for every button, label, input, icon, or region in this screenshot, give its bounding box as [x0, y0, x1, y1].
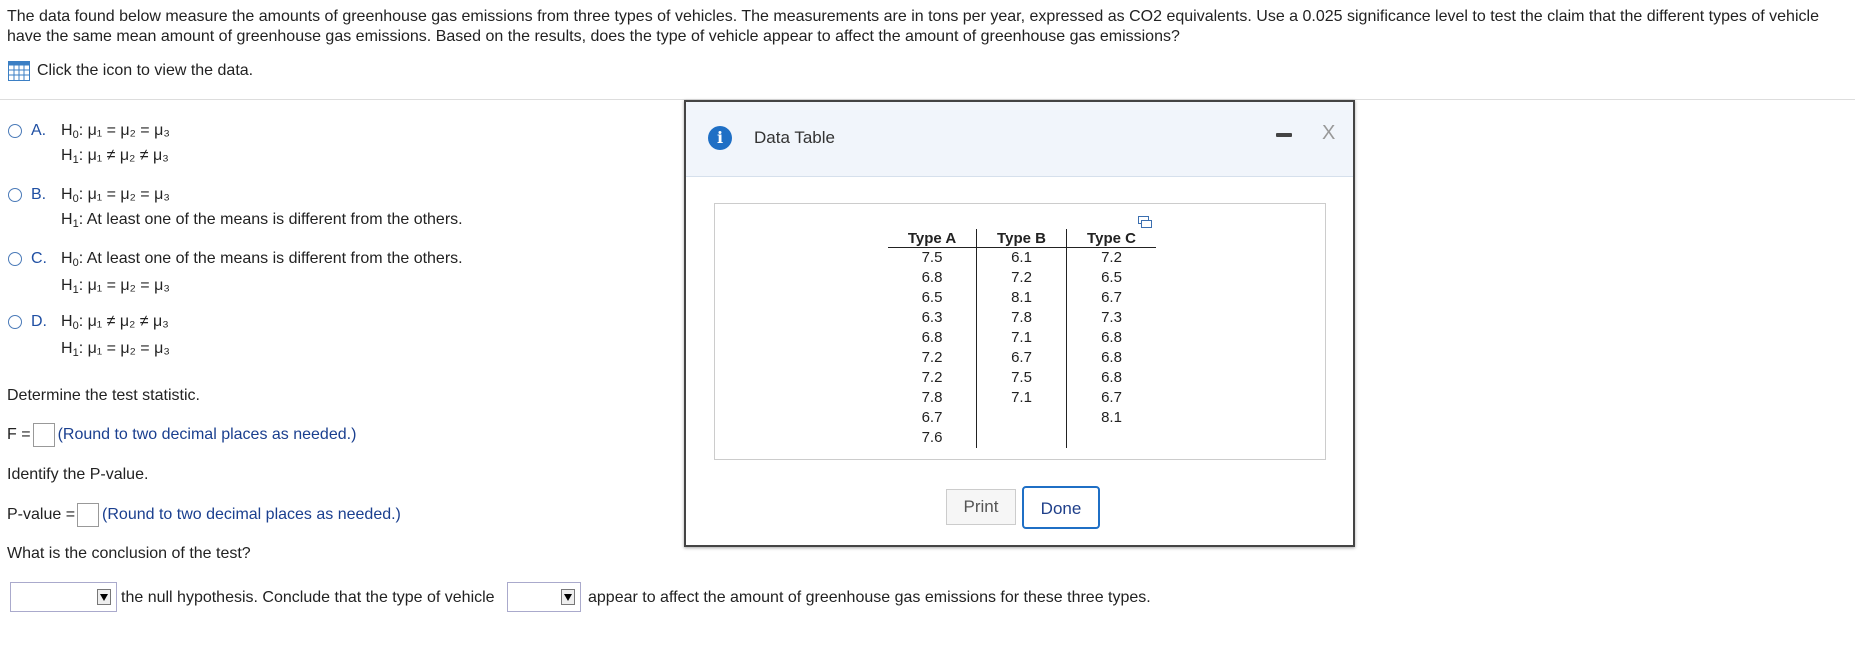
- dialog-title: Data Table: [754, 128, 835, 147]
- h1-line: H1: μ₁ = μ₂ = μ₃: [61, 277, 170, 296]
- table-cell: 7.8: [976, 308, 1067, 328]
- table-cell: 6.8: [1101, 329, 1122, 346]
- table-cell: [976, 408, 1067, 428]
- done-button[interactable]: Done: [1022, 486, 1100, 529]
- option-letter: D.: [31, 313, 47, 330]
- radio-option-a[interactable]: [8, 124, 22, 138]
- table-cell: 6.8: [888, 268, 977, 288]
- table-cell: [1067, 428, 1157, 448]
- info-icon: i: [708, 126, 732, 150]
- pvalue-label: P-value =: [7, 506, 76, 524]
- table-header-row: Type A Type B Type C: [888, 229, 1156, 248]
- table-cell: 6.5: [1101, 269, 1122, 286]
- chevron-down-icon[interactable]: [561, 589, 575, 605]
- pvalue-input[interactable]: [77, 503, 100, 527]
- table-cell: 7.1: [976, 328, 1067, 348]
- h1-line: H1: μ₁ ≠ μ₂ ≠ μ₃: [61, 147, 169, 166]
- pvalue-prompt: Identify the P-value.: [7, 466, 149, 483]
- table-row: 6.7 8.1: [888, 408, 1156, 428]
- table-cell: 7.2: [976, 268, 1067, 288]
- chevron-down-icon[interactable]: [97, 589, 111, 605]
- affect-dropdown[interactable]: [507, 582, 581, 612]
- table-cell: 7.2: [1101, 249, 1122, 266]
- table-row: 7.2 6.7 6.8: [888, 348, 1156, 368]
- table-cell: 6.8: [888, 328, 977, 348]
- h0-line: H0: μ₁ = μ₂ = μ₃: [61, 186, 170, 205]
- table-cell: 7.8: [888, 388, 977, 408]
- table-cell: 6.3: [888, 308, 977, 328]
- table-row: 7.2 7.5 6.8: [888, 368, 1156, 388]
- f-answer-row: F = (Round to two decimal places as neede…: [7, 423, 356, 447]
- view-data-link[interactable]: Click the icon to view the data.: [8, 61, 253, 81]
- test-stat-prompt: Determine the test statistic.: [7, 387, 200, 404]
- table-row: 7.6: [888, 428, 1156, 448]
- table-cell: 6.7: [1101, 389, 1122, 406]
- table-cell: 6.7: [976, 348, 1067, 368]
- table-cell: 7.1: [976, 388, 1067, 408]
- table-row: 6.5 8.1 6.7: [888, 288, 1156, 308]
- column-header: Type A: [888, 229, 977, 248]
- column-header: Type B: [976, 229, 1067, 248]
- h0-line: H0: μ₁ = μ₂ = μ₃: [61, 122, 170, 141]
- h1-line: H1: μ₁ = μ₂ = μ₃: [61, 340, 170, 359]
- round-hint: (Round to two decimal places as needed.): [57, 426, 357, 444]
- table-cell: 6.7: [1101, 289, 1122, 306]
- table-cell: 6.7: [888, 408, 977, 428]
- table-row: 7.8 7.1 6.7: [888, 388, 1156, 408]
- radio-option-b[interactable]: [8, 188, 22, 202]
- data-frame: Type A Type B Type C 7.5 6.1 7.2 6.8 7.2 6.5 6…: [714, 203, 1326, 460]
- copy-data-icon[interactable]: [1138, 216, 1152, 228]
- data-table-dialog: i Data Table X Type A Type B Type C 7.5 6…: [684, 100, 1355, 547]
- data-table-icon[interactable]: [8, 61, 30, 81]
- table-row: 6.3 7.8 7.3: [888, 308, 1156, 328]
- table-cell: 7.5: [976, 368, 1067, 388]
- radio-option-d[interactable]: [8, 315, 22, 329]
- table-cell: 6.5: [888, 288, 977, 308]
- question-text: The data found below measure the amounts…: [7, 8, 1819, 45]
- null-hypothesis-dropdown[interactable]: [10, 582, 117, 612]
- option-letter: A.: [31, 122, 47, 139]
- minimize-icon[interactable]: [1276, 133, 1292, 137]
- option-letter: C.: [31, 250, 47, 267]
- view-data-label[interactable]: Click the icon to view the data.: [37, 62, 253, 80]
- option-letter: B.: [31, 186, 47, 203]
- h1-line: H1: At least one of the means is differe…: [61, 211, 463, 230]
- table-cell: 7.2: [888, 348, 977, 368]
- round-hint: (Round to two decimal places as needed.): [102, 506, 401, 524]
- table-cell: 7.2: [888, 368, 977, 388]
- close-icon[interactable]: X: [1322, 122, 1335, 145]
- table-row: 7.5 6.1 7.2: [888, 247, 1156, 268]
- conclusion-mid-text: the null hypothesis. Conclude that the t…: [121, 589, 495, 606]
- table-cell: 6.1: [976, 247, 1067, 268]
- f-input[interactable]: [32, 423, 55, 447]
- table-cell: 8.1: [976, 288, 1067, 308]
- table-cell: 7.5: [888, 247, 977, 268]
- h0-line: H0: At least one of the means is differe…: [61, 250, 463, 269]
- table-cell: [976, 428, 1067, 448]
- conclusion-end-text: appear to affect the amount of greenhous…: [588, 589, 1151, 606]
- table-row: 6.8 7.2 6.5: [888, 268, 1156, 288]
- f-label: F =: [7, 426, 31, 444]
- h0-line: H0: μ₁ ≠ μ₂ ≠ μ₃: [61, 313, 169, 332]
- table-row: 6.8 7.1 6.8: [888, 328, 1156, 348]
- conclusion-prompt: What is the conclusion of the test?: [7, 545, 251, 562]
- column-header: Type C: [1066, 229, 1156, 248]
- table-cell: 6.8: [1101, 349, 1122, 366]
- table-cell: 8.1: [1101, 409, 1122, 426]
- data-table: Type A Type B Type C 7.5 6.1 7.2 6.8 7.2 6.5 6…: [888, 229, 1156, 448]
- print-button[interactable]: Print: [946, 489, 1016, 525]
- table-cell: 7.3: [1101, 309, 1122, 326]
- table-cell: 6.8: [1101, 369, 1122, 386]
- dialog-header: i Data Table X: [686, 102, 1353, 177]
- radio-option-c[interactable]: [8, 252, 22, 266]
- pvalue-answer-row: P-value = (Round to two decimal places as…: [7, 503, 401, 527]
- table-cell: 7.6: [888, 428, 977, 448]
